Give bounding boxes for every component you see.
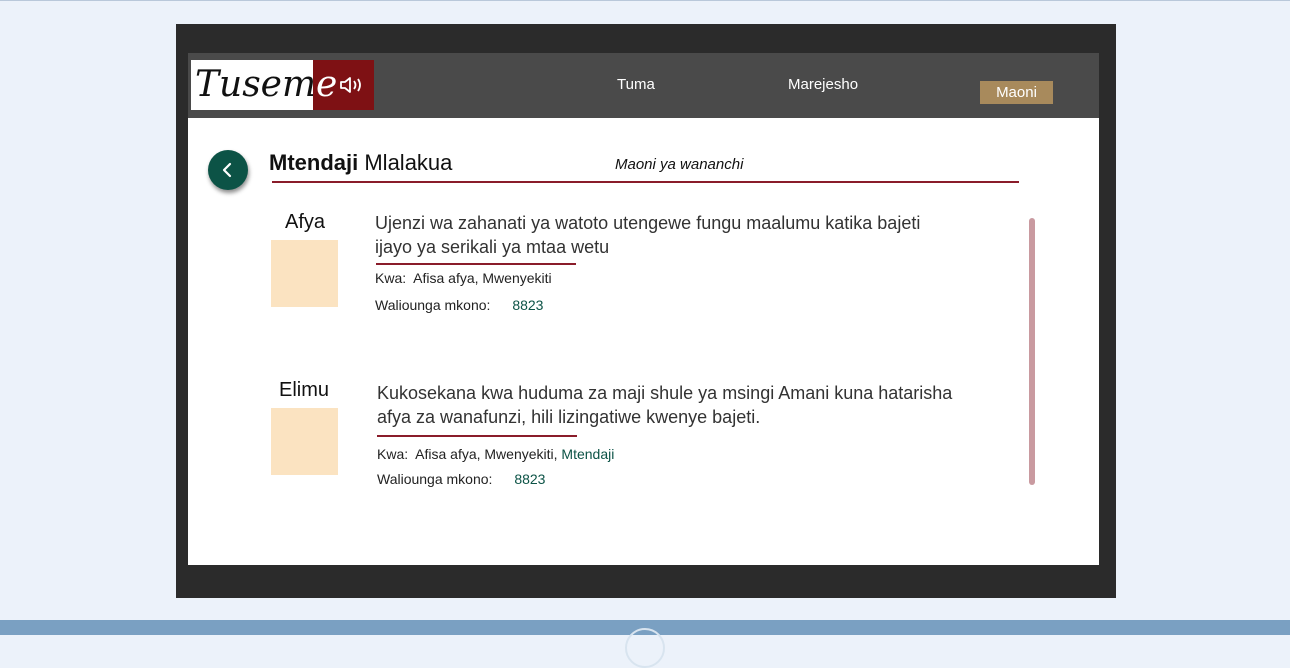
card-text-line2: afya za wanafunzi, hili lizingatiwe kwen… <box>377 407 761 427</box>
nav-item-marejesho[interactable]: Marejesho <box>788 75 858 95</box>
card-recipients: Kwa: Afisa afya, Mwenyekiti, Mtendaji <box>377 446 614 462</box>
logo-red-block: e <box>313 60 374 110</box>
card-text: Ujenzi wa zahanati ya watoto utengewe fu… <box>375 211 920 259</box>
title-divider <box>272 181 1019 183</box>
support-label: Waliounga mkono: <box>375 297 491 313</box>
speaker-icon <box>340 77 362 93</box>
card-divider <box>377 435 577 437</box>
page-title: Mtendaji Mlalakua <box>269 150 452 176</box>
card-text-line1: Kukosekana kwa huduma za maji shule ya m… <box>377 383 953 403</box>
logo-text-red: e <box>316 64 338 105</box>
kwa-label: Kwa: <box>377 446 409 462</box>
chevron-left-icon <box>222 162 232 178</box>
page-subtitle: Maoni ya wananchi <box>615 156 744 173</box>
card-support: Waliounga mkono: 8823 <box>375 297 543 313</box>
page-title-bold: Mtendaji <box>269 150 359 175</box>
category-image <box>271 240 338 307</box>
back-button[interactable] <box>208 150 248 190</box>
support-label: Waliounga mkono: <box>377 471 493 487</box>
kwa-value: Afisa afya, Mwenyekiti <box>413 270 552 286</box>
card-text: Kukosekana kwa huduma za maji shule ya m… <box>377 381 952 429</box>
card-text-line1: Ujenzi wa zahanati ya watoto utengewe fu… <box>375 213 921 233</box>
kwa-value: Afisa afya, Mwenyekiti, <box>415 446 558 462</box>
support-count: 8823 <box>514 471 546 487</box>
logo-text-main: Tusem <box>191 60 316 110</box>
taskbar <box>0 620 1290 668</box>
start-button[interactable] <box>625 628 665 668</box>
tuseme-logo: Tusem e <box>191 60 374 110</box>
nav-item-tuma[interactable]: Tuma <box>617 75 655 95</box>
card-support: Waliounga mkono: 8823 <box>377 471 545 487</box>
card-divider <box>376 263 576 265</box>
category-image <box>271 408 338 475</box>
nav-item-maoni[interactable]: Maoni <box>980 81 1053 104</box>
support-count: 8823 <box>512 297 544 313</box>
card-text-line2: ijayo ya serikali ya mtaa wetu <box>375 237 610 257</box>
window-top-border <box>0 0 1290 1</box>
kwa-label: Kwa: <box>375 270 407 286</box>
top-navbar: Tusem e Tuma Marejesho Maoni <box>188 53 1099 118</box>
page-title-rest: Mlalakua <box>364 150 453 175</box>
scrollbar[interactable] <box>1029 218 1035 485</box>
device-frame: Tusem e Tuma Marejesho Maoni Mtendaji Ml… <box>176 24 1116 598</box>
app-screen: Tusem e Tuma Marejesho Maoni Mtendaji Ml… <box>188 53 1099 565</box>
card-category: Afya <box>284 211 326 233</box>
kwa-extra[interactable]: Mtendaji <box>561 446 614 462</box>
card-category: Elimu <box>278 379 329 401</box>
card-recipients: Kwa: Afisa afya, Mwenyekiti <box>375 270 552 286</box>
